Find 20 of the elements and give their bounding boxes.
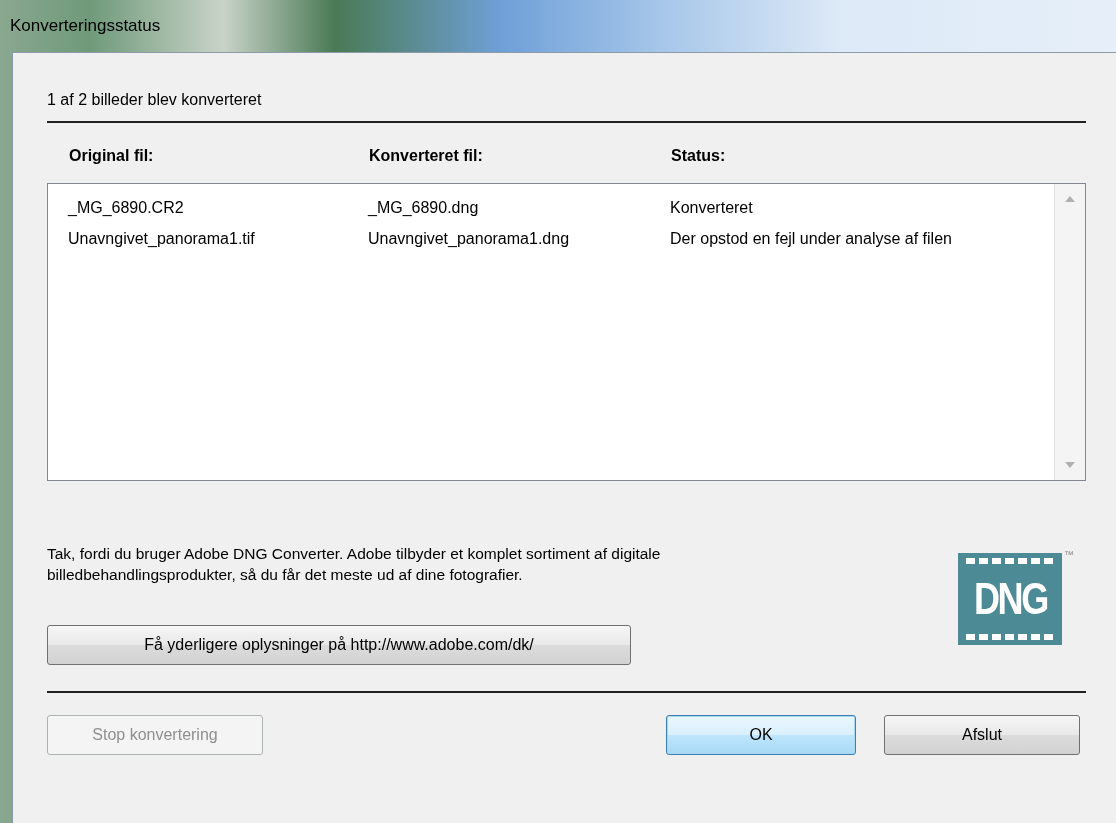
scroll-down-icon[interactable] — [1065, 462, 1075, 468]
table-cell-text: Konverteret — [670, 198, 754, 217]
summary-text: 1 af 2 billeder blev konverteret — [47, 91, 262, 108]
table-cell-text: Der opstod en fejl under analyse af filen — [670, 229, 953, 248]
ok-button[interactable]: OK — [666, 715, 856, 755]
trademark-sign: ™ — [1064, 549, 1074, 560]
thank-you-message: Tak, fordi du bruger Adobe DNG Converter. Adobe tilbyder et komplet sortiment af digitale billedbehandlingsprodukter, så du får det meste ud af dine fotografier. — [47, 544, 662, 585]
exit-button[interactable]: Afslut — [884, 715, 1080, 755]
table-cell-text: _MG_6890.CR2 — [68, 198, 185, 217]
scrollbar[interactable] — [1054, 184, 1085, 480]
table-cell-text: _MG_6890.dng — [368, 198, 480, 217]
logo-text: DNG — [973, 577, 1047, 621]
column-header: Konverteret fil: — [369, 147, 484, 166]
table-cell-text: Unavngivet_panorama1.tif — [68, 229, 256, 248]
window-title: Konverteringsstatus — [10, 16, 161, 36]
scroll-up-icon[interactable] — [1065, 196, 1075, 202]
table-cell-text: Unavngivet_panorama1.dng — [368, 229, 571, 248]
column-header: Original fil: — [69, 147, 155, 166]
column-header: Status: — [671, 147, 727, 166]
info-link-button[interactable]: Få yderligere oplysninger på http://www.adobe.com/dk/ — [47, 625, 631, 665]
